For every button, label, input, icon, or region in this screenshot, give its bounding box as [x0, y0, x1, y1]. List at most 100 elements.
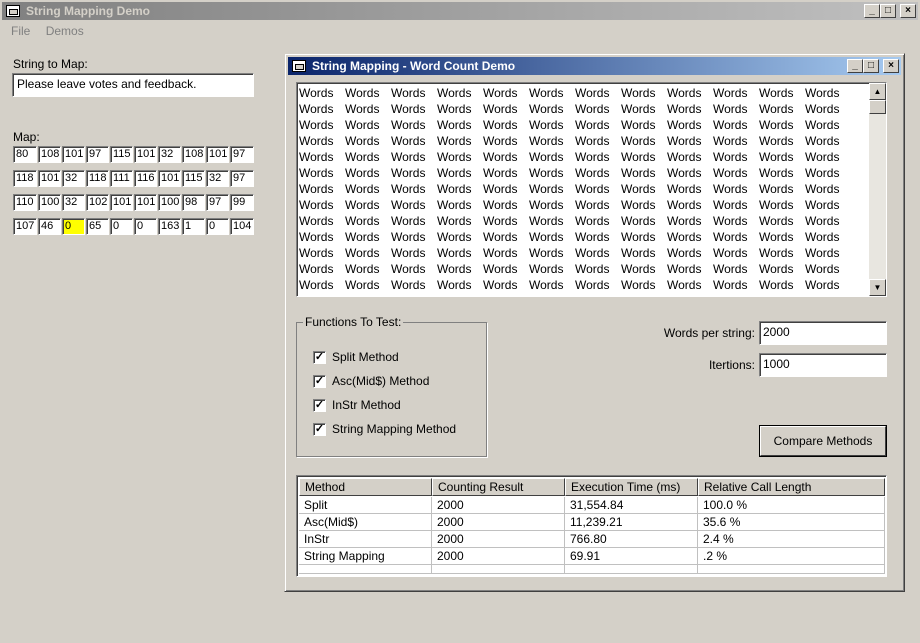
word-token: Words [529, 262, 564, 276]
word-token: Words [621, 230, 656, 244]
column-header-counting-result[interactable]: Counting Result [432, 478, 565, 496]
vertical-scrollbar[interactable]: ▲ ▼ [869, 83, 886, 296]
map-cell[interactable]: 0 [62, 218, 85, 235]
child-minimize-button[interactable]: _ [847, 59, 863, 73]
word-token: Words [805, 198, 840, 212]
word-token: Words [805, 230, 840, 244]
map-cell[interactable]: 32 [206, 170, 229, 187]
child-title-bar[interactable]: String Mapping - Word Count Demo _ □ × [288, 57, 901, 75]
map-cell[interactable]: 118 [13, 170, 37, 187]
map-cell[interactable]: 100 [38, 194, 61, 211]
word-token: Words [345, 214, 380, 228]
word-token: Words [575, 198, 610, 212]
words-per-string-input[interactable]: 2000 [759, 321, 887, 345]
map-cell[interactable]: 0 [206, 218, 229, 235]
map-cell[interactable]: 101 [134, 146, 157, 163]
word-token: Words [713, 134, 748, 148]
main-title-bar[interactable]: String Mapping Demo _ □ × [2, 2, 918, 20]
map-cell[interactable]: 32 [62, 170, 85, 187]
map-cell[interactable]: 115 [182, 170, 205, 187]
table-row[interactable]: Split 2000 31,554.84 100.0 % [299, 497, 885, 514]
map-cell[interactable]: 100 [158, 194, 181, 211]
compare-methods-button[interactable]: Compare Methods [759, 425, 887, 457]
checkmark-icon[interactable]: ✓ [313, 422, 326, 436]
checkmark-icon[interactable]: ✓ [313, 350, 326, 364]
map-cell[interactable]: 102 [86, 194, 109, 211]
map-cell[interactable]: 46 [38, 218, 61, 235]
map-cell[interactable]: 101 [110, 194, 133, 211]
word-token: Words [345, 150, 380, 164]
map-cell[interactable]: 104 [230, 218, 254, 235]
word-token: Words [345, 230, 380, 244]
map-cell[interactable]: 101 [206, 146, 229, 163]
word-token: Words [759, 182, 794, 196]
map-cell[interactable]: 97 [206, 194, 229, 211]
word-token: Words [437, 102, 472, 116]
column-header-method[interactable]: Method [299, 478, 432, 496]
map-cell[interactable]: 32 [158, 146, 181, 163]
ascmid-method-checkbox[interactable]: ✓ Asc(Mid$) Method [313, 374, 429, 388]
word-token: Words [345, 118, 380, 132]
minimize-button[interactable]: _ [864, 4, 880, 18]
column-header-execution-time[interactable]: Execution Time (ms) [565, 478, 698, 496]
map-cell[interactable]: 101 [62, 146, 85, 163]
map-cell[interactable]: 101 [38, 170, 61, 187]
map-cell[interactable]: 80 [13, 146, 37, 163]
string-to-map-input[interactable]: Please leave votes and feedback. [12, 73, 254, 97]
map-cell[interactable]: 110 [13, 194, 37, 211]
map-cell[interactable]: 0 [110, 218, 133, 235]
map-cell[interactable]: 118 [86, 170, 109, 187]
results-table[interactable]: Method Counting Result Execution Time (m… [296, 475, 887, 577]
map-cell[interactable]: 97 [86, 146, 109, 163]
map-cell[interactable]: 163 [158, 218, 181, 235]
map-cell[interactable]: 65 [86, 218, 109, 235]
map-cell[interactable]: 99 [230, 194, 254, 211]
instr-method-checkbox[interactable]: ✓ InStr Method [313, 398, 401, 412]
map-label: Map: [13, 130, 40, 144]
checkmark-icon[interactable]: ✓ [313, 398, 326, 412]
child-close-button[interactable]: × [883, 59, 899, 73]
string-to-map-value: Please leave votes and feedback. [17, 77, 197, 91]
words-per-string-value: 2000 [763, 325, 790, 339]
scroll-down-icon[interactable]: ▼ [869, 279, 886, 296]
map-cell[interactable]: 116 [134, 170, 157, 187]
map-cell[interactable]: 107 [13, 218, 37, 235]
word-token: Words [621, 214, 656, 228]
map-cell[interactable]: 98 [182, 194, 205, 211]
scroll-up-icon[interactable]: ▲ [869, 83, 886, 100]
map-cell[interactable]: 97 [230, 146, 254, 163]
iterations-input[interactable]: 1000 [759, 353, 887, 377]
word-token: Words [391, 278, 426, 292]
map-cell[interactable]: 0 [134, 218, 157, 235]
menu-file[interactable]: File [11, 24, 30, 38]
map-cell[interactable]: 1 [182, 218, 205, 235]
map-cell[interactable]: 101 [134, 194, 157, 211]
checkmark-icon[interactable]: ✓ [313, 374, 326, 388]
split-method-checkbox[interactable]: ✓ Split Method [313, 350, 399, 364]
map-cell[interactable]: 97 [230, 170, 254, 187]
word-token: Words [621, 262, 656, 276]
map-cell[interactable]: 115 [110, 146, 133, 163]
string-mapping-method-checkbox[interactable]: ✓ String Mapping Method [313, 422, 456, 436]
words-textbox[interactable]: Words Words Words Words Words Words Words Words… [296, 82, 887, 297]
table-cell: .2 % [698, 548, 885, 565]
map-cell[interactable]: 108 [182, 146, 205, 163]
map-cell[interactable]: 32 [62, 194, 85, 211]
word-token: Words [713, 198, 748, 212]
menu-demos[interactable]: Demos [46, 24, 84, 38]
map-cell[interactable]: 101 [158, 170, 181, 187]
maximize-button[interactable]: □ [880, 4, 896, 18]
scroll-thumb[interactable] [869, 100, 886, 114]
table-row[interactable]: InStr 2000 766.80 2.4 % [299, 531, 885, 548]
close-button[interactable]: × [900, 4, 916, 18]
word-token: Words [805, 86, 840, 100]
table-row[interactable]: String Mapping 2000 69.91.2 % [299, 548, 885, 565]
words-line: Words Words Words Words Words Words Words Words… [299, 117, 867, 133]
column-header-relative-call-length[interactable]: Relative Call Length [698, 478, 885, 496]
table-cell: 69.91 [565, 548, 698, 565]
map-cell[interactable]: 111 [110, 170, 133, 187]
table-row[interactable]: Asc(Mid$) 2000 11,239.21 35.6 % [299, 514, 885, 531]
child-maximize-button[interactable]: □ [863, 59, 879, 73]
map-cell[interactable]: 108 [38, 146, 61, 163]
table-row-empty[interactable] [299, 565, 885, 574]
